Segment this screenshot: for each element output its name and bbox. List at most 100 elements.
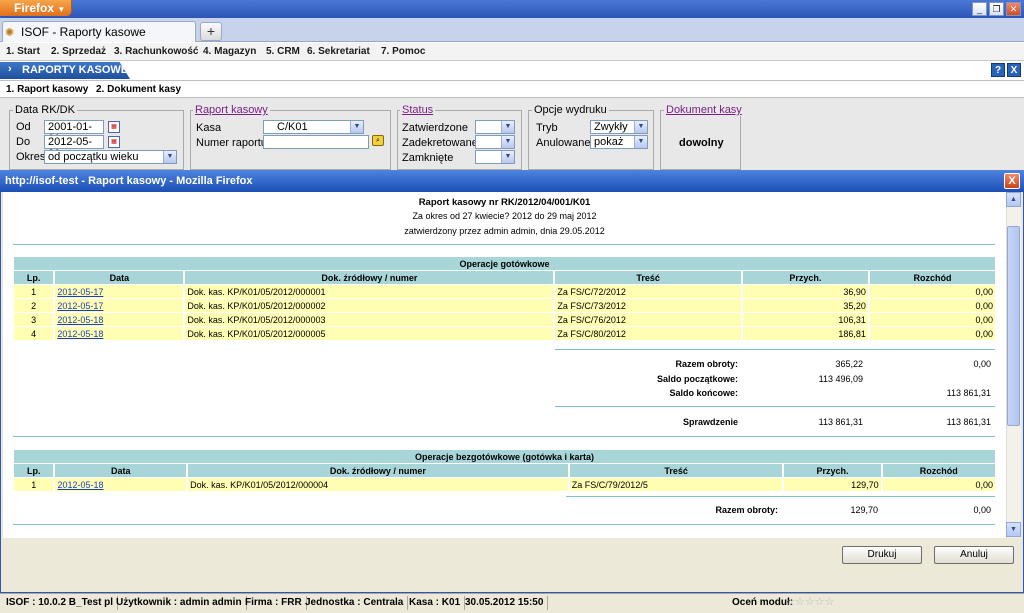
status-company: Firma : FRR — [241, 596, 307, 610]
date-link[interactable]: 2012-05-18 — [57, 329, 103, 339]
cell-lp: 3 — [14, 313, 54, 326]
approved-select[interactable]: ▼ — [475, 120, 515, 134]
to-date-input[interactable]: 2012-05-30 — [44, 135, 104, 160]
col-expense: Rozchód — [882, 464, 995, 477]
calendar-icon[interactable]: ▦ — [108, 136, 120, 148]
closed-select[interactable]: ▼ — [475, 150, 515, 164]
print-button[interactable]: Drukuj — [842, 546, 922, 564]
star-icon[interactable]: ☆ — [815, 596, 825, 608]
opening-balance-value: 113 496,09 — [818, 374, 863, 384]
browser-tab[interactable]: ISOF - Raporty kasowe — [2, 21, 196, 42]
cell-description: Za FS/C/79/2012/5 — [569, 478, 783, 491]
star-icon[interactable]: ☆ — [795, 596, 805, 608]
closing-balance-value: 113 861,31 — [946, 388, 991, 398]
mode-select[interactable]: Zwykły ▼ — [590, 120, 648, 134]
firefox-menu-button[interactable]: Firefox ▼ — [0, 0, 72, 16]
divider — [13, 244, 995, 245]
table-row: 4 2012-05-18 Dok. kas. KP/K01/05/2012/00… — [14, 327, 995, 340]
kasa-label: Kasa — [196, 122, 222, 134]
cell-lp: 2 — [14, 299, 54, 312]
report-group-legend[interactable]: Raport kasowy — [193, 104, 270, 116]
from-date-input[interactable]: 2001-01-01 — [44, 120, 104, 145]
date-link[interactable]: 2012-05-17 — [57, 287, 103, 297]
menu-sprzedaz[interactable]: 2. Sprzedaż — [51, 46, 106, 57]
report-title: Raport kasowy nr RK/2012/04/001/K01 — [418, 197, 591, 208]
check-label: Sprawdzenie — [682, 417, 738, 427]
star-icon[interactable]: ☆ — [785, 596, 795, 608]
menu-sekretariat[interactable]: 6. Sekretariat — [307, 46, 370, 57]
menu-crm[interactable]: 5. CRM — [266, 46, 300, 57]
chevron-down-icon: ▼ — [350, 121, 363, 133]
period-label: Okres — [16, 151, 46, 163]
report-number-input[interactable] — [263, 135, 369, 149]
divider — [13, 524, 995, 525]
col-date: Data — [55, 464, 187, 477]
period-select[interactable]: od początku wieku ▼ — [44, 150, 177, 164]
menu-start[interactable]: 1. Start — [6, 46, 40, 57]
status-version: ISOF : 10.0.2 B_Test pl — [2, 596, 119, 610]
module-close-button[interactable]: X — [1007, 63, 1021, 77]
menu-magazyn[interactable]: 4. Magazyn — [203, 46, 256, 57]
submenu-dokument-kasy[interactable]: 2. Dokument kasy — [96, 84, 181, 95]
cancelled-select[interactable]: pokaż ▼ — [590, 135, 648, 149]
divider — [555, 349, 995, 350]
rating-stars[interactable]: ☆☆☆☆☆ — [785, 595, 834, 608]
cancel-button[interactable]: Anuluj — [934, 546, 1014, 564]
closed-label: Zamknięte — [402, 152, 454, 164]
tab-title: ISOF - Raporty kasowe — [21, 25, 146, 39]
calendar-icon[interactable]: ▦ — [108, 121, 120, 133]
new-tab-button[interactable]: + — [200, 22, 222, 41]
status-unit: Jednostka : Centrala — [301, 596, 409, 610]
cell-income: 186,81 — [742, 327, 868, 340]
cell-description: Za FS/C/80/2012 — [555, 327, 741, 340]
status-cash: Kasa : K01 — [405, 596, 466, 610]
document-group-legend[interactable]: Dokument kasy — [664, 104, 744, 116]
star-icon[interactable]: ☆ — [805, 596, 815, 608]
firefox-menu-label: Firefox — [14, 1, 55, 15]
decreted-select[interactable]: ▼ — [475, 135, 515, 149]
col-description: Treść — [569, 464, 783, 477]
report-approved: zatwierdzony przez admin admin, dnia 29.… — [404, 226, 605, 236]
period-value: od początku wieku — [48, 151, 139, 163]
search-icon[interactable]: ⌕ — [372, 135, 384, 146]
date-link[interactable]: 2012-05-18 — [57, 480, 103, 490]
module-title-strip — [0, 61, 1024, 81]
kasa-select[interactable]: C/K01 ▼ — [263, 120, 364, 134]
scroll-down-button[interactable]: ▼ — [1006, 522, 1021, 537]
menu-rachunkowosc[interactable]: 3. Rachunkowość — [114, 46, 198, 57]
cell-date: 2012-05-18 — [55, 327, 184, 340]
col-lp: Lp. — [14, 464, 54, 477]
mode-value: Zwykły — [594, 121, 628, 133]
chevron-down-icon: ▼ — [163, 151, 176, 163]
submenu-raport-kasowy[interactable]: 1. Raport kasowy — [6, 84, 88, 95]
noncash-totals-out: 0,00 — [973, 505, 991, 515]
status-user: Użytkownik : admin admin — [112, 596, 247, 610]
popup-title: http://isof-test - Raport kasowy - Mozil… — [0, 170, 1024, 192]
popup-close-button[interactable]: X — [1004, 173, 1020, 189]
cell-income: 106,31 — [742, 313, 868, 326]
menu-pomoc[interactable]: 7. Pomoc — [381, 46, 425, 57]
window-close-button[interactable]: ✕ — [1006, 2, 1021, 16]
sun-icon: ✺ — [5, 27, 15, 39]
star-icon[interactable]: ☆ — [825, 596, 835, 608]
document-value: dowolny — [679, 137, 724, 149]
cell-income: 36,90 — [742, 285, 868, 298]
minimize-button[interactable]: _ — [972, 2, 987, 16]
col-income: Przych. — [742, 271, 868, 284]
date-link[interactable]: 2012-05-17 — [57, 301, 103, 311]
browser-title-bar — [0, 0, 1024, 18]
report-content: Raport kasowy nr RK/2012/04/001/K01 Za o… — [3, 192, 1006, 538]
cash-operations-table: Operacje gotówkowe Lp. Data Dok. źródłow… — [12, 256, 997, 341]
noncash-totals-label: Razem obroty: — [715, 505, 778, 515]
from-label: Od — [16, 121, 31, 133]
cell-lp: 4 — [14, 327, 54, 340]
restore-button[interactable]: ❐ — [989, 2, 1004, 16]
report-period: Za okres od 27 kwiecie? 2012 do 29 maj 2… — [412, 211, 597, 221]
scroll-up-button[interactable]: ▲ — [1006, 192, 1021, 207]
col-date: Data — [55, 271, 184, 284]
scrollbar-thumb[interactable] — [1007, 226, 1020, 426]
help-button[interactable]: ? — [991, 63, 1005, 77]
status-group-legend[interactable]: Status — [400, 104, 436, 116]
date-link[interactable]: 2012-05-18 — [57, 315, 103, 325]
date-group-legend: Data RK/DK — [13, 104, 77, 116]
